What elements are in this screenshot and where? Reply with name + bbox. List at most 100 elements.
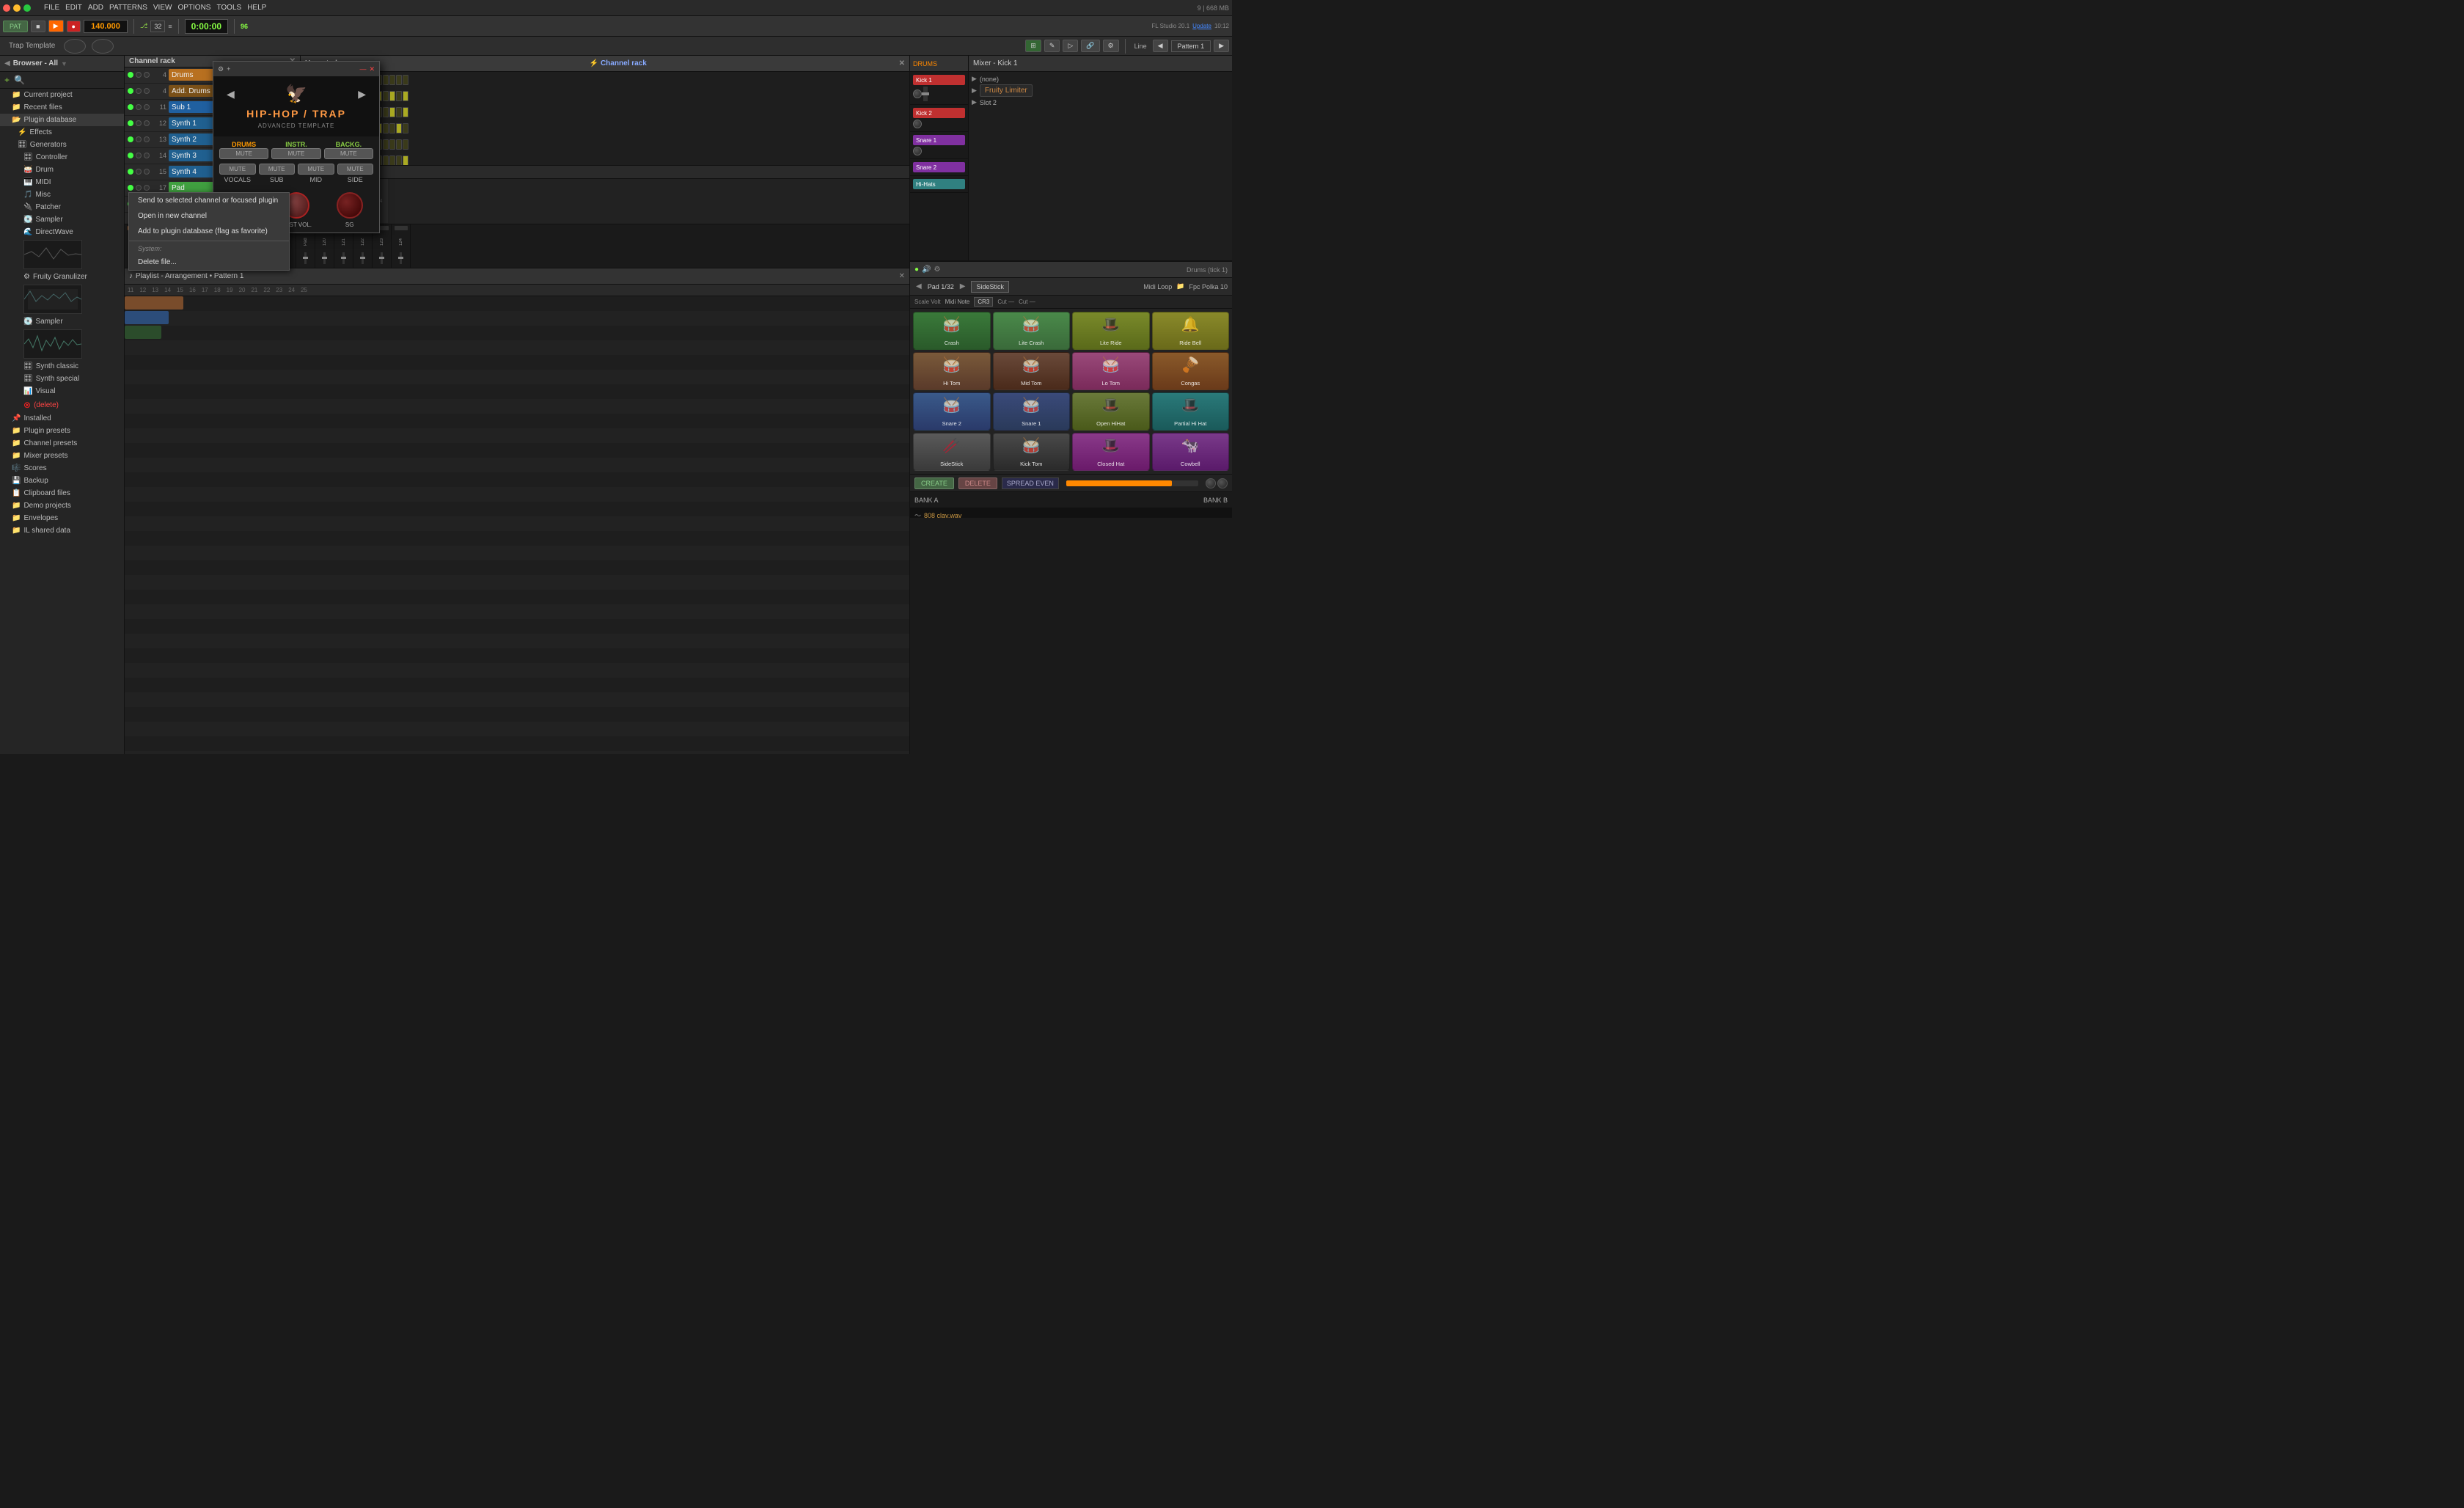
browser-back-btn[interactable]: ◀ [4,59,10,67]
ctx-send-to-channel[interactable]: Send to selected channel or focused plug… [129,193,289,208]
sidebar-item-sampler[interactable]: 💽 Sampler [0,213,124,226]
fpc-next-bank-btn[interactable]: ▶ [958,282,967,290]
steps-display[interactable]: 32 [150,21,165,32]
sidebar-item-directwave[interactable]: 🌊 DirectWave [0,226,124,238]
fpc-pad-crash[interactable]: 🥁 Crash [913,312,991,350]
step-btn-15[interactable] [403,107,408,117]
pattern-block-2[interactable] [125,311,169,324]
ch-btn1[interactable] [136,136,142,142]
cs-side-mute-btn[interactable]: MUTE [337,164,374,175]
prev-pattern-btn[interactable]: ◀ [1153,40,1168,52]
kick2-knob[interactable] [913,120,922,128]
toolbar-smart-btn[interactable]: ⚙ [1103,40,1119,52]
cs-instr-mute-btn[interactable]: MUTE [271,148,320,159]
ch-btn1[interactable] [136,169,142,175]
ctx-add-plugin-db[interactable]: Add to plugin database (flag as favorite… [129,224,289,239]
fpc-pad-mid-tom[interactable]: 🥁 Mid Tom [993,352,1071,390]
step-btn-12[interactable] [383,91,389,101]
kick1-knob[interactable] [913,89,922,98]
fpc-pad-open-hihat[interactable]: 🎩 Open HiHat [1072,392,1150,431]
snare1-label[interactable]: Snare 1 [913,135,965,145]
sidebar-item-effects[interactable]: ⚡ Effects [0,126,124,139]
fpc-pad-lite-crash[interactable]: 🥁 Lite Crash [993,312,1071,350]
ch-btn1[interactable] [136,104,142,110]
menu-item-help[interactable]: HELP [244,2,269,13]
step-seq-close-btn[interactable]: ✕ [899,59,905,67]
sidebar-item-drum[interactable]: 🥁 Drum [0,164,124,176]
sidebar-item-envelopes[interactable]: 📁 Envelopes [0,512,124,524]
ctx-delete-file[interactable]: Delete file... [129,255,289,270]
toolbar-select-btn[interactable]: ▷ [1063,40,1078,52]
step-btn-13[interactable] [389,123,395,133]
ch-btn1[interactable] [136,153,142,158]
step-btn-12[interactable] [383,155,389,166]
menu-item-add[interactable]: ADD [85,2,106,13]
sidebar-item-generators[interactable]: 🎛 Generators [0,139,124,151]
fpc-pad-ride-bell[interactable]: 🔔 Ride Bell [1152,312,1230,350]
ch-btn2[interactable] [144,169,150,175]
step-btn-13[interactable] [389,155,395,166]
next-pattern-btn[interactable]: ▶ [1214,40,1229,52]
ch-btn1[interactable] [136,72,142,78]
sidebar-item-plugin-presets[interactable]: 📁 Plugin presets [0,425,124,437]
sidebar-item-delete[interactable]: ⊗ (delete) [0,398,124,412]
menu-item-tools[interactable]: TOOLS [213,2,244,13]
cs-close-btn[interactable]: ✕ [369,65,375,73]
pattern-block-3[interactable] [125,326,161,339]
bpm-display[interactable]: 140.000 [84,20,128,33]
sidebar-item-il-shared[interactable]: 📁 IL shared data [0,524,124,537]
sidebar-item-plugin-db[interactable]: 📂 Plugin database [0,114,124,126]
step-btn-13[interactable] [389,139,395,150]
ch-btn1[interactable] [136,88,142,94]
step-btn-14[interactable] [396,107,402,117]
menu-item-edit[interactable]: EDIT [62,2,85,13]
cs-vocals-mute-btn[interactable]: MUTE [219,164,256,175]
step-btn-14[interactable] [396,91,402,101]
kick1-label[interactable]: Kick 1 [913,75,965,85]
sidebar-item-recent-files[interactable]: 📁 Recent files [0,101,124,114]
cs-backg-mute-btn[interactable]: MUTE [324,148,373,159]
step-btn-15[interactable] [403,75,408,85]
step-btn-15[interactable] [403,139,408,150]
fpc-pad-kick-tom[interactable]: 🥁 Kick Tom [993,433,1071,471]
kick2-label[interactable]: Kick 2 [913,108,965,118]
snare2-label[interactable]: Snare 2 [913,162,965,172]
toolbar-pattern-btn[interactable]: ⊞ [1025,40,1041,52]
sidebar-item-patcher[interactable]: 🔌 Patcher [0,201,124,213]
snare1-knob[interactable] [913,147,922,155]
step-btn-14[interactable] [396,75,402,85]
fpc-pad-sidestick[interactable]: 🥢 SideStick [913,433,991,471]
cs-sg-knob[interactable] [337,192,363,219]
cs-drums-mute-btn[interactable]: MUTE [219,148,268,159]
toolbar-link-btn[interactable]: 🔗 [1081,40,1099,52]
fpc-pad-cowbell[interactable]: 🐄 Cowbell [1152,433,1230,471]
pattern-block-1[interactable] [125,296,183,310]
fpc-prev-bank-btn[interactable]: ◀ [914,282,923,290]
step-btn-14[interactable] [396,139,402,150]
fpc-pad-lo-tom[interactable]: 🥁 Lo Tom [1072,352,1150,390]
ch-btn2[interactable] [144,185,150,191]
browser-add-icon[interactable]: + [4,75,10,85]
ctx-open-new-channel[interactable]: Open in new channel [129,208,289,224]
sidebar-item-misc[interactable]: 🎵 Misc [0,188,124,201]
ch-btn2[interactable] [144,104,150,110]
sidebar-item-controller[interactable]: 🎛 Controller [0,151,124,164]
step-btn-13[interactable] [389,75,395,85]
cs-back-btn[interactable]: ◀ [227,88,235,100]
ch-btn1[interactable] [136,120,142,126]
step-btn-14[interactable] [396,155,402,166]
cs-add-btn[interactable]: + [227,65,230,73]
tempo-knob[interactable] [64,39,86,54]
sidebar-item-clipboard[interactable]: 📋 Clipboard files [0,487,124,499]
swing-knob[interactable] [92,39,114,54]
step-btn-14[interactable] [396,123,402,133]
menu-item-view[interactable]: VIEW [150,2,175,13]
ch-btn2[interactable] [144,136,150,142]
step-btn-12[interactable] [383,107,389,117]
step-btn-15[interactable] [403,123,408,133]
ch-btn2[interactable] [144,72,150,78]
create-btn[interactable]: CREATE [914,477,954,489]
step-btn-13[interactable] [389,91,395,101]
play-button[interactable]: ▶ [48,20,64,32]
step-btn-15[interactable] [403,155,408,166]
